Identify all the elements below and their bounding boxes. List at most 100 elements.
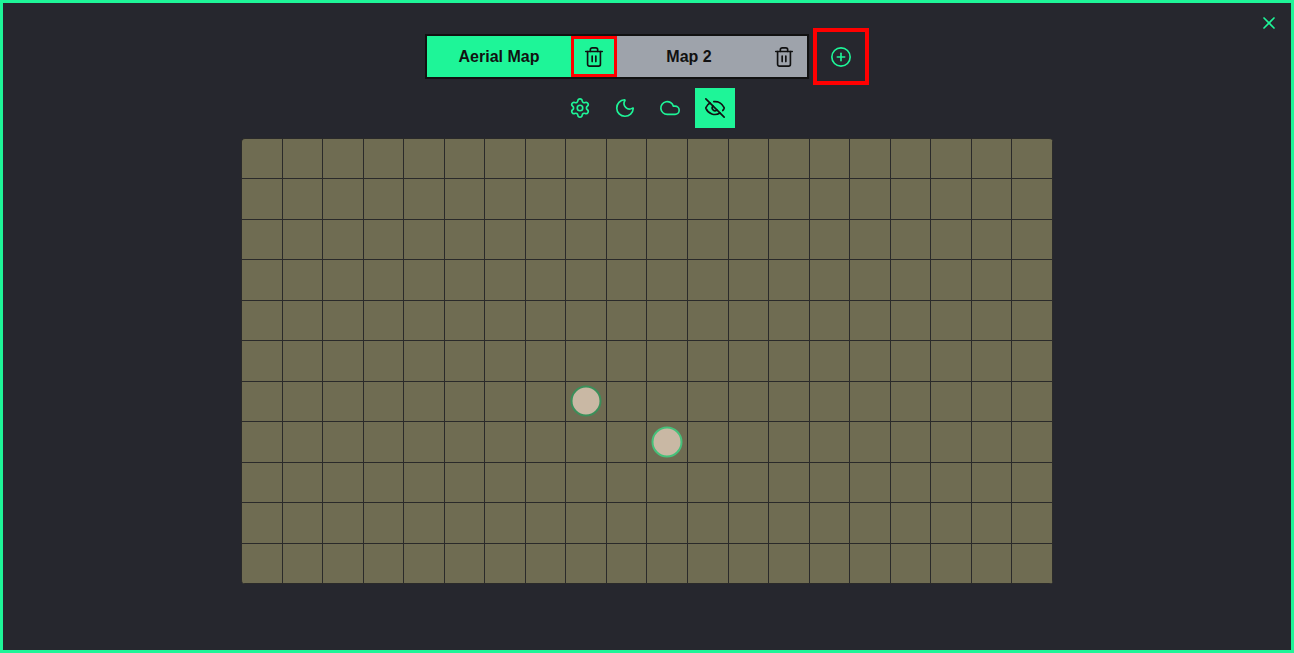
grid-cell[interactable]	[810, 260, 851, 300]
grid-cell[interactable]	[485, 301, 526, 341]
grid-cell[interactable]	[566, 422, 607, 462]
grid-cell[interactable]	[607, 301, 648, 341]
grid-cell[interactable]	[566, 544, 607, 584]
grid-cell[interactable]	[607, 503, 648, 543]
grid-cell[interactable]	[1012, 503, 1053, 543]
grid-cell[interactable]	[891, 544, 932, 584]
grid-cell[interactable]	[931, 382, 972, 422]
grid-cell[interactable]	[810, 139, 851, 179]
grid-cell[interactable]	[404, 301, 445, 341]
grid-cell[interactable]	[323, 503, 364, 543]
grid-cell[interactable]	[404, 544, 445, 584]
grid-cell[interactable]	[566, 382, 607, 422]
grid-cell[interactable]	[242, 341, 283, 381]
grid-cell[interactable]	[931, 463, 972, 503]
grid-cell[interactable]	[526, 260, 567, 300]
map-token[interactable]	[652, 426, 683, 457]
grid-cell[interactable]	[688, 341, 729, 381]
grid-cell[interactable]	[323, 341, 364, 381]
grid-cell[interactable]	[566, 220, 607, 260]
grid-cell[interactable]	[891, 341, 932, 381]
map-tab[interactable]: Aerial Map	[427, 36, 617, 77]
grid-cell[interactable]	[607, 179, 648, 219]
map-canvas[interactable]	[241, 138, 1053, 584]
grid-cell[interactable]	[972, 139, 1013, 179]
grid-cell[interactable]	[323, 260, 364, 300]
grid-cell[interactable]	[242, 544, 283, 584]
grid-cell[interactable]	[526, 422, 567, 462]
grid-cell[interactable]	[688, 179, 729, 219]
grid-cell[interactable]	[688, 260, 729, 300]
grid-cell[interactable]	[364, 260, 405, 300]
grid-cell[interactable]	[891, 382, 932, 422]
grid-cell[interactable]	[647, 503, 688, 543]
grid-cell[interactable]	[931, 139, 972, 179]
grid-cell[interactable]	[1012, 220, 1053, 260]
grid-cell[interactable]	[283, 422, 324, 462]
grid-cell[interactable]	[769, 503, 810, 543]
grid-cell[interactable]	[729, 382, 770, 422]
map-token[interactable]	[571, 386, 602, 417]
grid-cell[interactable]	[364, 422, 405, 462]
grid-cell[interactable]	[364, 503, 405, 543]
grid-cell[interactable]	[891, 220, 932, 260]
grid-cell[interactable]	[647, 544, 688, 584]
grid-cell[interactable]	[526, 220, 567, 260]
grid-cell[interactable]	[891, 301, 932, 341]
grid-cell[interactable]	[972, 260, 1013, 300]
grid-cell[interactable]	[1012, 422, 1053, 462]
grid-cell[interactable]	[688, 503, 729, 543]
grid-cell[interactable]	[485, 382, 526, 422]
grid-cell[interactable]	[931, 341, 972, 381]
grid-cell[interactable]	[526, 382, 567, 422]
grid-cell[interactable]	[769, 422, 810, 462]
map-tab-label[interactable]: Aerial Map	[427, 45, 571, 69]
grid-cell[interactable]	[364, 341, 405, 381]
grid-cell[interactable]	[566, 463, 607, 503]
grid-cell[interactable]	[485, 503, 526, 543]
grid-cell[interactable]	[972, 179, 1013, 219]
grid-cell[interactable]	[323, 179, 364, 219]
grid-cell[interactable]	[445, 139, 486, 179]
grid-cell[interactable]	[242, 179, 283, 219]
grid-cell[interactable]	[850, 503, 891, 543]
grid-cell[interactable]	[972, 341, 1013, 381]
grid-cell[interactable]	[810, 503, 851, 543]
grid-cell[interactable]	[404, 179, 445, 219]
grid-cell[interactable]	[647, 422, 688, 462]
grid-cell[interactable]	[404, 463, 445, 503]
delete-map-button[interactable]	[761, 36, 807, 77]
grid-cell[interactable]	[688, 301, 729, 341]
grid-cell[interactable]	[485, 463, 526, 503]
grid-cell[interactable]	[1012, 260, 1053, 300]
grid-cell[interactable]	[891, 139, 932, 179]
grid-cell[interactable]	[972, 220, 1013, 260]
grid-cell[interactable]	[729, 220, 770, 260]
grid-cell[interactable]	[688, 139, 729, 179]
grid-cell[interactable]	[729, 139, 770, 179]
grid-cell[interactable]	[1012, 179, 1053, 219]
grid-cell[interactable]	[769, 260, 810, 300]
grid-cell[interactable]	[445, 341, 486, 381]
grid-cell[interactable]	[810, 422, 851, 462]
grid-cell[interactable]	[688, 463, 729, 503]
grid-cell[interactable]	[242, 260, 283, 300]
grid-cell[interactable]	[445, 301, 486, 341]
grid-cell[interactable]	[242, 139, 283, 179]
grid-cell[interactable]	[323, 422, 364, 462]
grid-cell[interactable]	[647, 220, 688, 260]
grid-cell[interactable]	[566, 260, 607, 300]
tool-button[interactable]	[605, 88, 645, 128]
grid-cell[interactable]	[485, 544, 526, 584]
grid-cell[interactable]	[972, 463, 1013, 503]
grid-cell[interactable]	[647, 301, 688, 341]
grid-cell[interactable]	[850, 382, 891, 422]
grid-cell[interactable]	[769, 382, 810, 422]
grid-cell[interactable]	[364, 139, 405, 179]
grid-cell[interactable]	[364, 382, 405, 422]
grid-cell[interactable]	[688, 220, 729, 260]
grid-cell[interactable]	[972, 382, 1013, 422]
grid-cell[interactable]	[283, 179, 324, 219]
grid-cell[interactable]	[526, 503, 567, 543]
grid-cell[interactable]	[445, 260, 486, 300]
